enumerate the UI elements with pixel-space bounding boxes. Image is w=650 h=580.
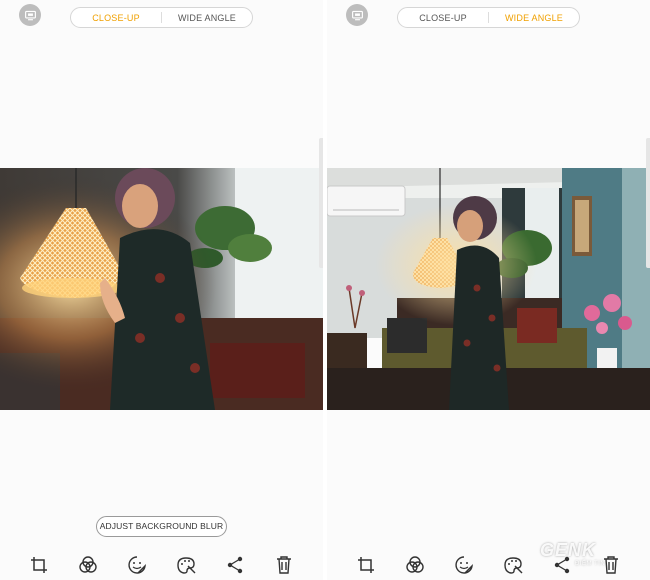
right-panel: CLOSE-UP WIDE ANGLE — [327, 0, 650, 580]
tab-close-up[interactable]: CLOSE-UP — [398, 13, 488, 23]
filter-icon[interactable] — [404, 554, 426, 576]
display-mode-icon[interactable] — [346, 4, 368, 26]
sticker-icon[interactable] — [453, 554, 475, 576]
genk-watermark-subtext: ĐIỂM TIN — [575, 561, 606, 567]
tab-close-up[interactable]: CLOSE-UP — [71, 13, 161, 23]
genk-watermark: GENK — [540, 540, 597, 560]
tab-wide-angle[interactable]: WIDE ANGLE — [489, 13, 579, 23]
share-icon[interactable] — [224, 554, 246, 576]
palette-icon[interactable] — [502, 554, 524, 576]
bottom-toolbar — [0, 550, 323, 578]
wide-angle-photo — [327, 168, 650, 410]
adjust-background-blur-button[interactable]: ADJUST BACKGROUND BLUR — [96, 516, 227, 537]
palette-icon[interactable] — [175, 554, 197, 576]
filter-icon[interactable] — [77, 554, 99, 576]
trash-icon[interactable] — [273, 554, 295, 576]
crop-icon[interactable] — [355, 554, 377, 576]
crop-icon[interactable] — [28, 554, 50, 576]
tab-wide-angle[interactable]: WIDE ANGLE — [162, 13, 252, 23]
sticker-icon[interactable] — [126, 554, 148, 576]
lens-mode-toggle: CLOSE-UP WIDE ANGLE — [397, 7, 580, 28]
display-mode-icon[interactable] — [19, 4, 41, 26]
edge-panel-handle[interactable] — [646, 138, 650, 268]
left-panel: CLOSE-UP WIDE ANGLE ADJUST BACKGROUND BL… — [0, 0, 323, 580]
close-up-photo — [0, 168, 323, 410]
lens-mode-toggle: CLOSE-UP WIDE ANGLE — [70, 7, 253, 28]
